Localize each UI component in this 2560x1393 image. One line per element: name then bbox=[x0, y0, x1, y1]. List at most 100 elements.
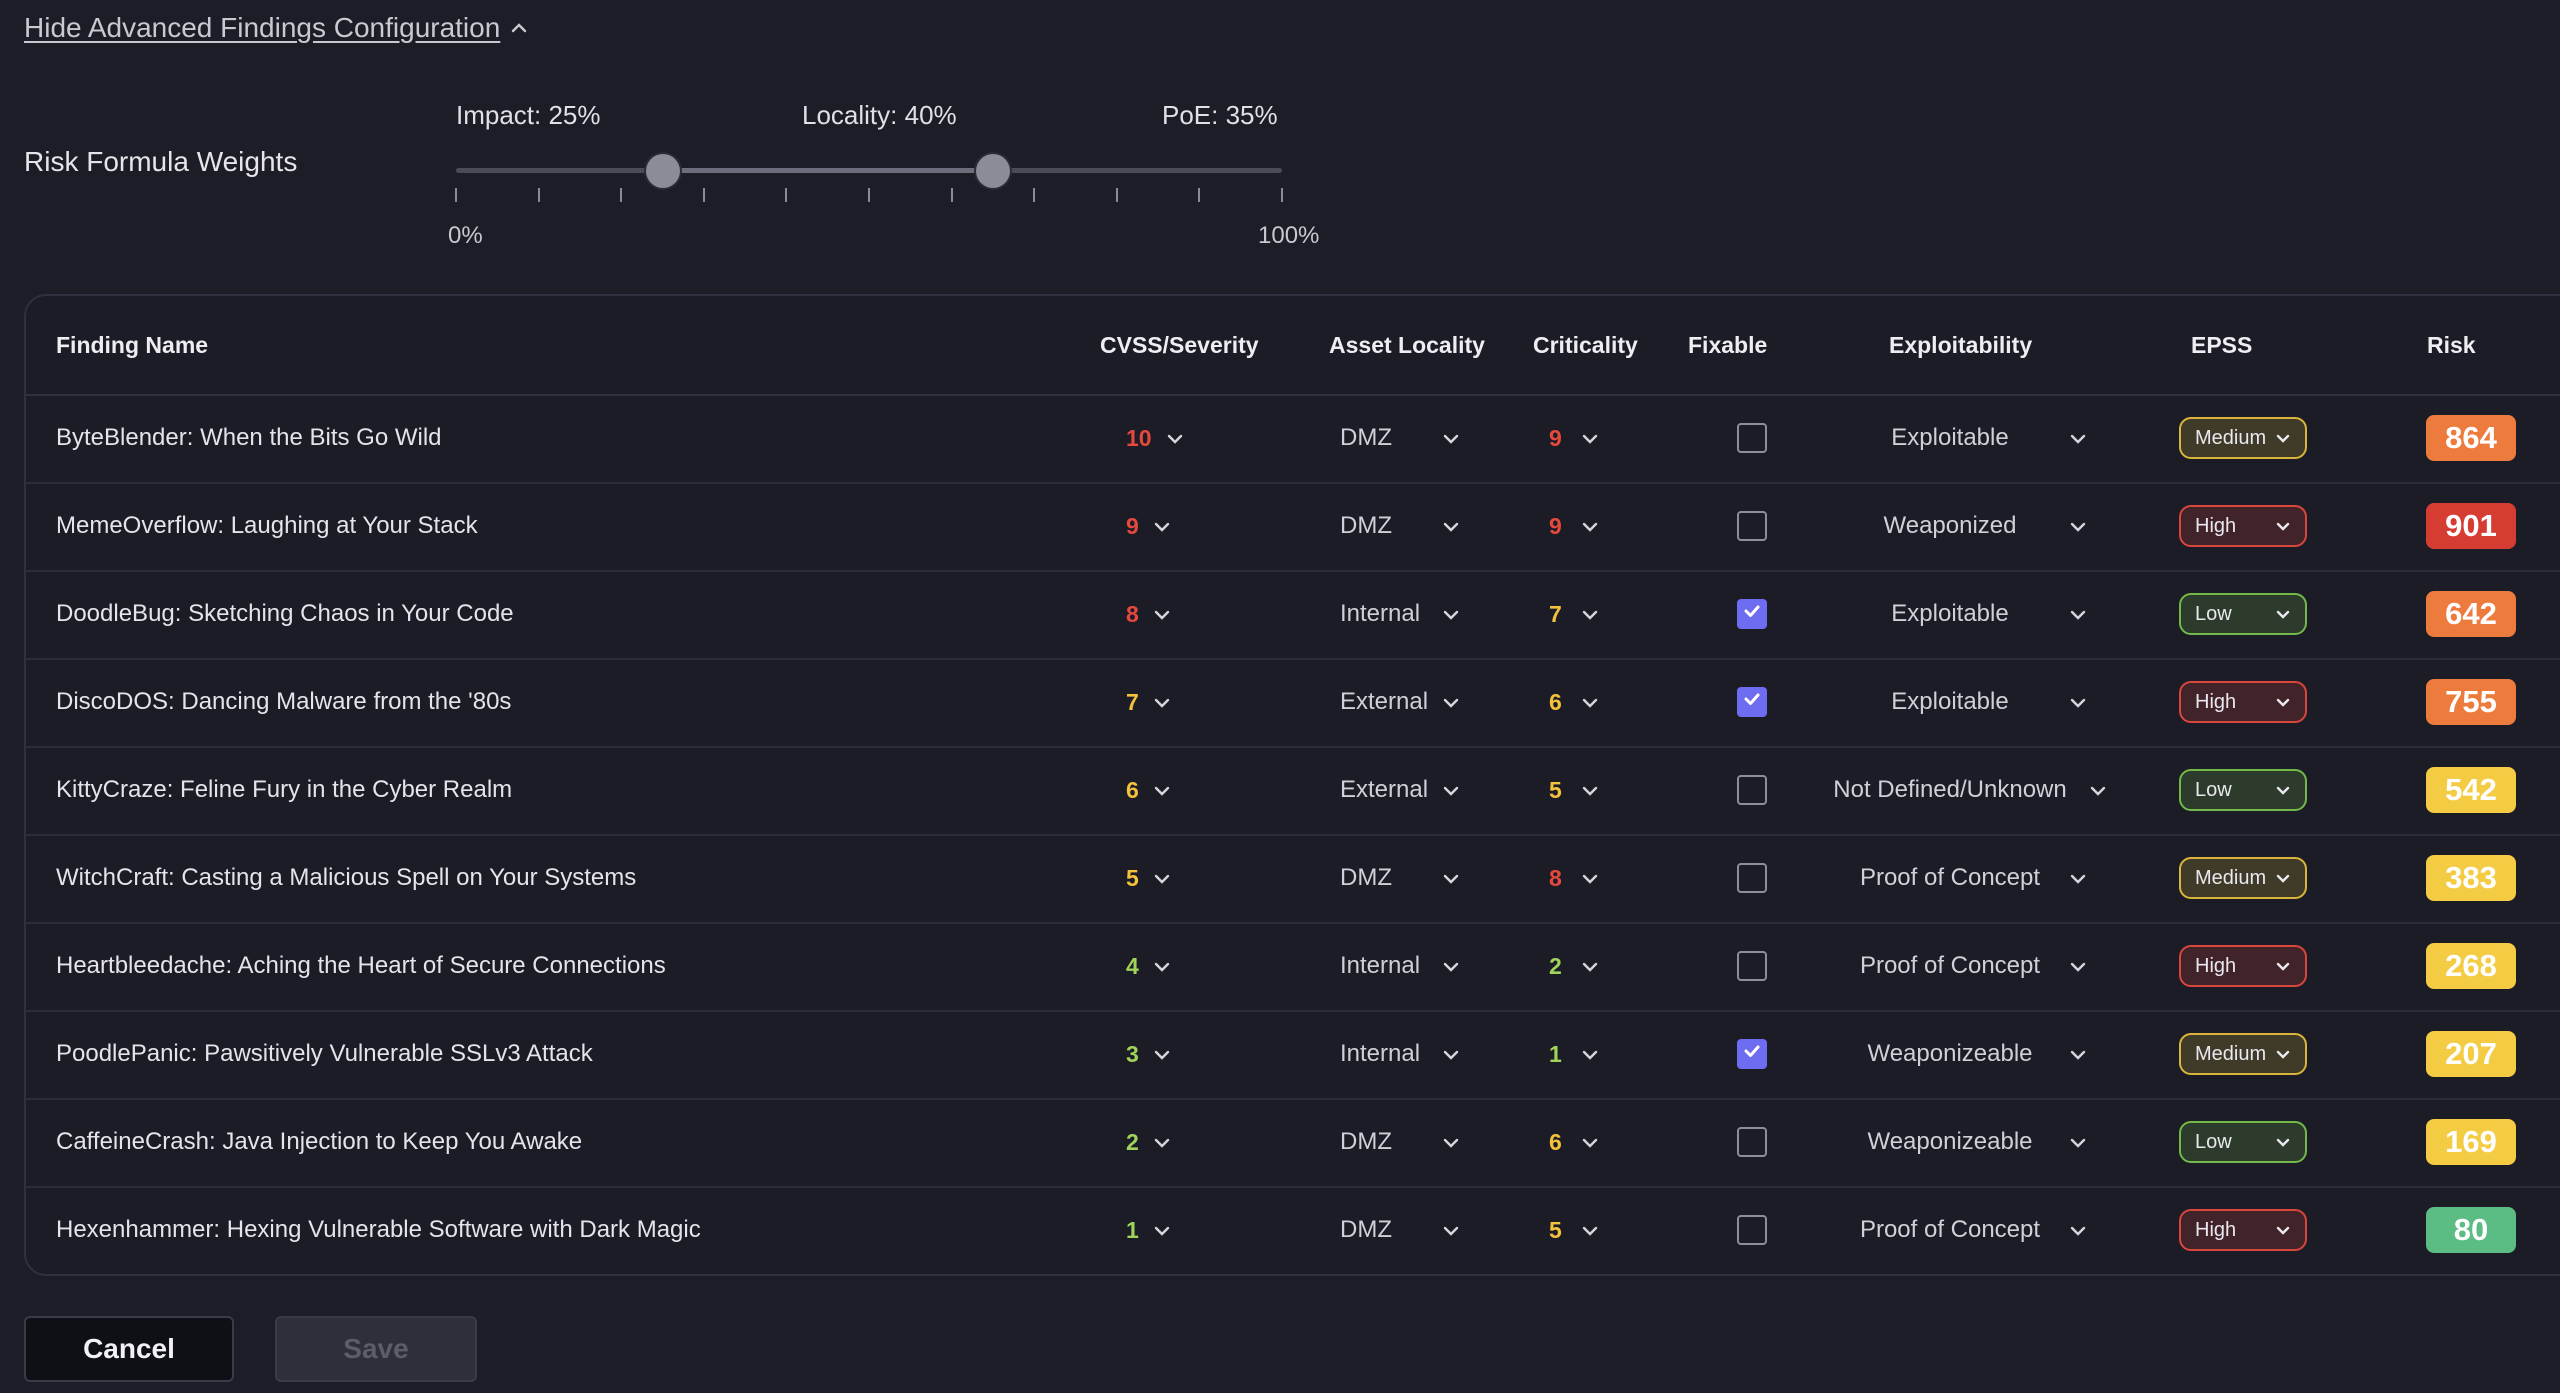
asset-locality-select[interactable]: DMZ bbox=[1340, 394, 1460, 482]
risk-weights-slider[interactable]: Impact: 25% Locality: 40% PoE: 35% 0% 10… bbox=[448, 96, 1319, 256]
epss-value: Low bbox=[2195, 778, 2232, 801]
chevron-down-icon bbox=[2055, 952, 2087, 980]
fixable-checkbox[interactable] bbox=[1737, 599, 1767, 629]
asset-locality-select[interactable]: External bbox=[1340, 746, 1460, 834]
criticality-select[interactable]: 7 bbox=[1549, 570, 1599, 658]
save-button[interactable]: Save bbox=[275, 1316, 477, 1382]
epss-select[interactable]: High bbox=[2179, 945, 2307, 987]
asset-locality-select[interactable]: Internal bbox=[1340, 570, 1460, 658]
asset-locality-select[interactable]: External bbox=[1340, 658, 1460, 746]
cvss-severity-select[interactable]: 2 bbox=[1126, 1098, 1171, 1186]
epss-select[interactable]: High bbox=[2179, 681, 2307, 723]
criticality-select[interactable]: 8 bbox=[1549, 834, 1599, 922]
criticality-select[interactable]: 2 bbox=[1549, 922, 1599, 1010]
criticality-select[interactable]: 6 bbox=[1549, 658, 1599, 746]
asset-locality-select[interactable]: DMZ bbox=[1340, 1098, 1460, 1186]
asset-locality-select[interactable]: DMZ bbox=[1340, 482, 1460, 570]
fixable-checkbox[interactable] bbox=[1737, 863, 1767, 893]
exploitability-select[interactable]: Exploitable bbox=[1836, 570, 2096, 658]
exploitability-select[interactable]: Weaponized bbox=[1836, 482, 2096, 570]
epss-select[interactable]: Low bbox=[2179, 769, 2307, 811]
chevron-down-icon bbox=[1139, 776, 1171, 804]
exploitability-value: Proof of Concept bbox=[1859, 1216, 2041, 1243]
table-row: MemeOverflow: Laughing at Your Stack 9 DMZ… bbox=[26, 482, 2560, 572]
asset-locality-select[interactable]: DMZ bbox=[1340, 1186, 1460, 1274]
exploitability-select[interactable]: Exploitable bbox=[1836, 394, 2096, 482]
exploitability-select[interactable]: Weaponizeable bbox=[1836, 1010, 2096, 1098]
locality-poe-handle[interactable] bbox=[975, 154, 1010, 188]
criticality-select[interactable]: 1 bbox=[1549, 1010, 1599, 1098]
exploitability-select[interactable]: Proof of Concept bbox=[1836, 834, 2096, 922]
epss-cell: High bbox=[2179, 1186, 2307, 1274]
criticality-select[interactable]: 5 bbox=[1549, 746, 1599, 834]
epss-select[interactable]: Medium bbox=[2179, 417, 2307, 459]
chevron-down-icon bbox=[1428, 952, 1460, 980]
fixable-checkbox[interactable] bbox=[1737, 687, 1767, 717]
epss-select[interactable]: Low bbox=[2179, 1121, 2307, 1163]
criticality-select[interactable]: 9 bbox=[1549, 482, 1599, 570]
chevron-down-icon bbox=[1428, 1040, 1460, 1068]
cvss-severity-select[interactable]: 7 bbox=[1126, 658, 1171, 746]
slider-max-label: 100% bbox=[1258, 222, 1320, 249]
criticality-select[interactable]: 5 bbox=[1549, 1186, 1599, 1274]
chevron-down-icon bbox=[2275, 779, 2291, 802]
cvss-severity-select[interactable]: 6 bbox=[1126, 746, 1171, 834]
chevron-down-icon bbox=[1567, 512, 1599, 540]
asset-locality-select[interactable]: DMZ bbox=[1340, 834, 1460, 922]
asset-locality-select[interactable]: Internal bbox=[1340, 922, 1460, 1010]
epss-select[interactable]: Medium bbox=[2179, 857, 2307, 899]
fixable-checkbox[interactable] bbox=[1737, 1215, 1767, 1245]
cvss-severity-select[interactable]: 3 bbox=[1126, 1010, 1171, 1098]
exploitability-select[interactable]: Weaponizeable bbox=[1836, 1098, 2096, 1186]
criticality-value: 6 bbox=[1549, 1128, 1562, 1155]
risk-score-badge: 864 bbox=[2426, 415, 2516, 461]
finding-name: MemeOverflow: Laughing at Your Stack bbox=[56, 512, 478, 539]
fixable-checkbox[interactable] bbox=[1737, 423, 1767, 453]
cvss-severity-select[interactable]: 1 bbox=[1126, 1186, 1171, 1274]
epss-select[interactable]: High bbox=[2179, 505, 2307, 547]
slider-tick bbox=[950, 188, 953, 202]
chevron-down-icon bbox=[2055, 512, 2087, 540]
exploitability-select[interactable]: Proof of Concept bbox=[1836, 922, 2096, 1010]
fixable-checkbox[interactable] bbox=[1737, 1039, 1767, 1069]
exploitability-select[interactable]: Proof of Concept bbox=[1836, 1186, 2096, 1274]
cvss-severity-select[interactable]: 5 bbox=[1126, 834, 1171, 922]
chevron-down-icon bbox=[2275, 691, 2291, 714]
criticality-select[interactable]: 6 bbox=[1549, 1098, 1599, 1186]
chevron-down-icon bbox=[1567, 776, 1599, 804]
fixable-cell bbox=[1688, 570, 1816, 658]
chevron-down-icon bbox=[1428, 424, 1460, 452]
cvss-value: 3 bbox=[1126, 1040, 1139, 1067]
fixable-cell bbox=[1688, 482, 1816, 570]
exploitability-select[interactable]: Not Defined/Unknown bbox=[1833, 746, 2106, 834]
chevron-down-icon bbox=[2275, 867, 2291, 890]
fixable-checkbox[interactable] bbox=[1737, 951, 1767, 981]
asset-locality-value: Internal bbox=[1340, 952, 1421, 979]
slider-tick bbox=[702, 188, 705, 202]
asset-locality-select[interactable]: Internal bbox=[1340, 1010, 1460, 1098]
chevron-down-icon bbox=[1139, 512, 1171, 540]
cvss-severity-select[interactable]: 9 bbox=[1126, 482, 1171, 570]
cvss-severity-select[interactable]: 10 bbox=[1126, 394, 1184, 482]
fixable-checkbox[interactable] bbox=[1737, 1127, 1767, 1157]
hide-advanced-config-link[interactable]: Hide Advanced Findings Configuration bbox=[24, 12, 528, 44]
epss-select[interactable]: Low bbox=[2179, 593, 2307, 635]
exploitability-select[interactable]: Exploitable bbox=[1836, 658, 2096, 746]
slider-tick bbox=[1115, 188, 1118, 202]
cancel-button[interactable]: Cancel bbox=[24, 1316, 234, 1382]
fixable-checkbox[interactable] bbox=[1737, 775, 1767, 805]
cvss-severity-select[interactable]: 4 bbox=[1126, 922, 1171, 1010]
exploitability-value: Proof of Concept bbox=[1859, 952, 2041, 979]
cvss-severity-select[interactable]: 8 bbox=[1126, 570, 1171, 658]
impact-locality-handle[interactable] bbox=[645, 154, 680, 188]
slider-tick bbox=[455, 188, 457, 202]
epss-select[interactable]: Medium bbox=[2179, 1033, 2307, 1075]
chevron-down-icon bbox=[1139, 952, 1171, 980]
table-row: ByteBlender: When the Bits Go Wild 10 DMZ 9… bbox=[26, 394, 2560, 484]
chevron-down-icon bbox=[2055, 1040, 2087, 1068]
fixable-checkbox[interactable] bbox=[1737, 511, 1767, 541]
epss-select[interactable]: High bbox=[2179, 1209, 2307, 1251]
exploitability-value: Exploitable bbox=[1891, 600, 2009, 627]
criticality-select[interactable]: 9 bbox=[1549, 394, 1599, 482]
slider-tick bbox=[785, 188, 788, 202]
